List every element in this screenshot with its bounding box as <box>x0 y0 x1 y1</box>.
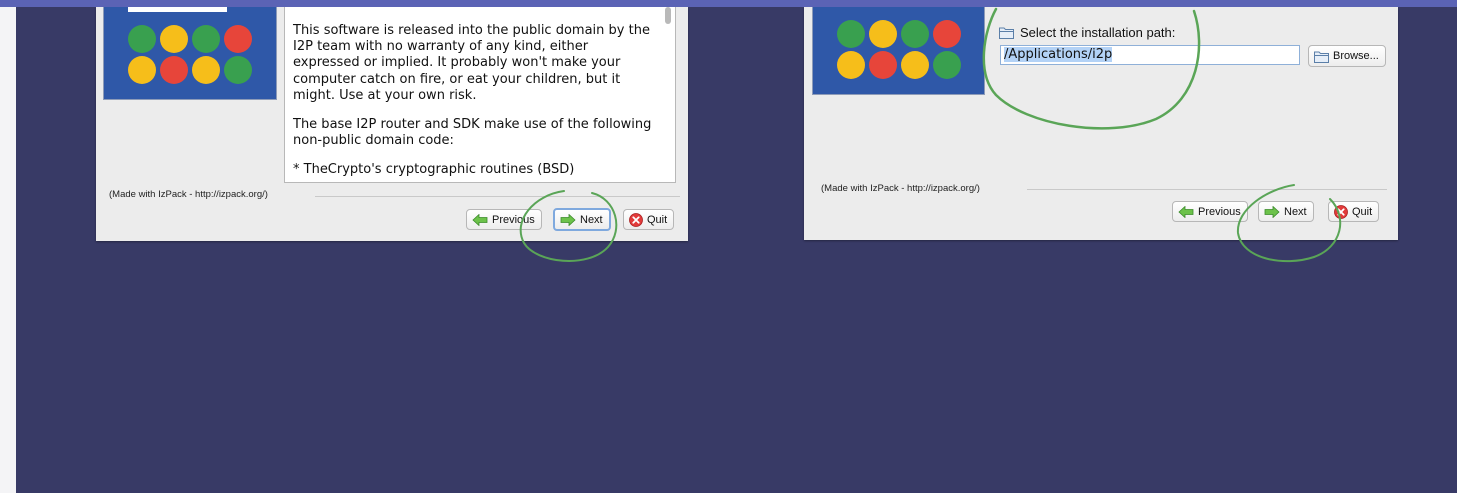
next-button[interactable]: Next <box>1258 201 1314 222</box>
footer-separator <box>1027 189 1387 190</box>
quit-button[interactable]: Quit <box>1328 201 1380 222</box>
quit-button[interactable]: Quit <box>623 209 675 230</box>
made-with-label: (Made with IzPack - http://izpack.org/) <box>821 183 980 194</box>
logo-dot-red <box>224 25 252 53</box>
logo-dot-yellow <box>192 56 220 84</box>
logo-dot-yellow <box>837 51 865 79</box>
previous-button-label: Previous <box>1198 205 1241 218</box>
install-path-value: /Applications/i2p <box>1004 47 1113 62</box>
logo-dot-green <box>128 25 156 53</box>
license-text: This software is released into the publi… <box>293 23 658 182</box>
license-scrollbar[interactable] <box>665 7 671 24</box>
close-circle-icon <box>629 212 643 227</box>
previous-button[interactable]: Previous <box>1172 201 1248 222</box>
logo-dot-red <box>160 56 188 84</box>
next-button-label: Next <box>580 213 603 226</box>
logo-dot-yellow <box>128 56 156 84</box>
logo-dot-yellow <box>160 25 188 53</box>
license-paragraph: The base I2P router and SDK make use of … <box>293 117 652 149</box>
logo-dot-green <box>224 56 252 84</box>
logo-dot-green <box>901 20 929 48</box>
arrow-right-icon <box>1264 205 1280 218</box>
made-with-label: (Made with IzPack - http://izpack.org/) <box>109 189 268 200</box>
arrow-right-icon <box>560 213 576 226</box>
arrow-left-icon <box>1178 205 1194 218</box>
browse-button[interactable]: Browse... <box>1308 45 1386 67</box>
license-paragraph: This software is released into the publi… <box>293 23 650 103</box>
logo-dot-green <box>837 20 865 48</box>
logo-white-tab <box>128 7 227 12</box>
next-button-label: Next <box>1284 205 1307 218</box>
install-path-input[interactable]: /Applications/i2p <box>1000 45 1300 65</box>
quit-button-label: Quit <box>1352 205 1373 218</box>
close-circle-icon <box>1334 204 1348 219</box>
path-installer-window: Select the installation path: /Applicati… <box>804 7 1398 240</box>
quit-button-label: Quit <box>647 213 668 226</box>
folder-icon <box>999 27 1014 39</box>
logo-dots <box>128 25 252 84</box>
previous-button-label: Previous <box>492 213 535 226</box>
izpack-logo <box>104 7 276 99</box>
top-accent-bar <box>0 0 1457 7</box>
install-path-label-text: Select the installation path: <box>1020 25 1176 40</box>
license-paragraph: * TheCrypto's cryptographic routines (BS… <box>293 162 575 178</box>
browse-button-label: Browse... <box>1333 50 1379 62</box>
license-installer-window: This software is released into the publi… <box>96 7 688 241</box>
logo-dot-green <box>192 25 220 53</box>
screenshot-stage: This software is released into the publi… <box>16 7 1457 493</box>
folder-icon <box>1314 51 1329 63</box>
logo-dot-green <box>933 51 961 79</box>
logo-dot-red <box>869 51 897 79</box>
logo-dot-yellow <box>901 51 929 79</box>
logo-dot-yellow <box>869 20 897 48</box>
logo-dot-red <box>933 20 961 48</box>
license-text-area[interactable]: This software is released into the publi… <box>284 7 676 183</box>
logo-dots <box>837 20 961 79</box>
footer-separator <box>315 196 680 197</box>
izpack-logo <box>813 7 984 94</box>
previous-button[interactable]: Previous <box>466 209 542 230</box>
arrow-left-icon <box>472 213 488 226</box>
next-button[interactable]: Next <box>553 208 611 231</box>
install-path-label: Select the installation path: <box>999 25 1175 40</box>
